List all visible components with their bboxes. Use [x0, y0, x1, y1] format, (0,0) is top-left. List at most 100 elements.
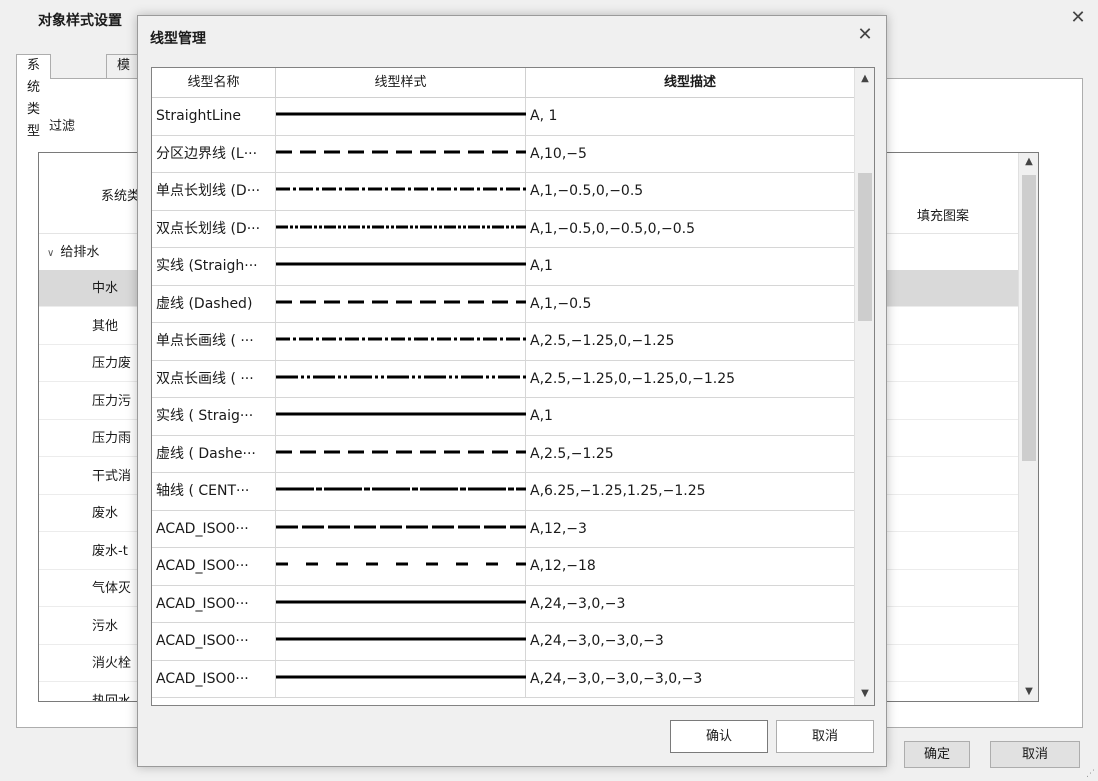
linetype-name-cell: 实线 (Straigh···	[152, 248, 276, 285]
scroll-down-icon[interactable]: ▼	[855, 685, 874, 703]
linetype-name-cell: 轴线 ( CENT···	[152, 473, 276, 510]
linetype-preview	[276, 375, 526, 378]
linetype-style-cell	[276, 173, 526, 210]
table-row[interactable]: 分区边界线 (L··· A,10,−5	[152, 135, 854, 173]
linetype-name-cell: 双点长划线 (D···	[152, 210, 276, 247]
linetype-preview	[276, 225, 526, 228]
dialog-cancel-button[interactable]: 取消	[776, 720, 874, 753]
linetype-desc-cell: A,12,−18	[530, 558, 596, 574]
linetype-name-cell: 分区边界线 (L···	[152, 135, 276, 172]
linetype-preview	[276, 600, 526, 603]
linetype-style-cell	[276, 98, 526, 135]
resize-grip-icon[interactable]: ⋰	[1086, 769, 1096, 779]
linetype-desc-cell: A,1	[530, 408, 553, 424]
linetype-style-cell	[276, 473, 526, 510]
table-row[interactable]: 虚线 ( Dashe··· A,2.5,−1.25	[152, 435, 854, 473]
outer-cancel-button[interactable]: 取消	[990, 741, 1080, 768]
linetype-preview	[276, 637, 526, 641]
linetype-name-cell: ACAD_ISO0···	[152, 585, 276, 622]
table-row[interactable]: ACAD_ISO0··· A,12,−18	[152, 548, 854, 586]
outer-list-scrollbar[interactable]: ▲ ▼	[1018, 153, 1038, 701]
group-row[interactable]: ∨ 给排水	[47, 241, 99, 260]
linetype-manager-dialog: 线型管理 ✕ 线型名称 线型样式 线型描述 StraightLine A, 1 分区…	[137, 15, 887, 767]
column-header-fill-pattern[interactable]: 填充图案	[917, 205, 969, 224]
linetype-desc-cell: A,24,−3,0,−3,0,−3	[530, 633, 664, 649]
linetype-preview	[276, 187, 526, 191]
linetype-desc-cell: A,12,−3	[530, 520, 587, 537]
linetype-name-cell: 虚线 ( Dashe···	[152, 435, 276, 472]
linetype-grid: 线型名称 线型样式 线型描述 StraightLine A, 1 分区边界线 (L·…	[151, 67, 875, 706]
table-row[interactable]: 双点长画线 ( ··· A,2.5,−1.25,0,−1.25,0,−1.25	[152, 360, 854, 398]
linetype-desc-cell: A,2.5,−1.25,0,−1.25,0,−1.25	[530, 370, 736, 387]
outer-window-title: 对象样式设置	[38, 13, 122, 29]
linetype-preview	[276, 150, 526, 153]
linetype-name-cell: ACAD_ISO0···	[152, 510, 276, 547]
linetype-preview	[276, 562, 526, 566]
linetype-preview	[276, 262, 526, 266]
linetype-style-cell	[276, 435, 526, 472]
linetype-desc-cell: A,6.25,−1.25,1.25,−1.25	[530, 483, 706, 499]
table-row[interactable]: StraightLine A, 1	[152, 98, 854, 136]
column-header-linetype-name[interactable]: 线型名称	[152, 68, 276, 98]
linetype-desc-cell: A,1,−0.5	[530, 295, 592, 312]
grid-scrollbar[interactable]: ▲ ▼	[854, 68, 874, 705]
chevron-down-icon[interactable]: ∨	[47, 248, 54, 259]
table-row[interactable]: ACAD_ISO0··· A,24,−3,0,−3,0,−3,0,−3	[152, 660, 854, 698]
tab-model[interactable]: 模型	[106, 54, 142, 95]
linetype-desc-cell: A,1	[530, 258, 553, 274]
scroll-up-icon[interactable]: ▲	[1019, 153, 1038, 171]
linetype-style-cell	[276, 510, 526, 547]
linetype-style-cell	[276, 248, 526, 285]
linetype-style-cell	[276, 360, 526, 397]
linetype-name-cell: 单点长画线 ( ···	[152, 323, 276, 360]
group-label: 给排水	[60, 245, 100, 260]
linetype-desc-cell: A,24,−3,0,−3,0,−3,0,−3	[530, 670, 703, 687]
column-header-linetype-desc[interactable]: 线型描述	[526, 68, 854, 98]
column-header-linetype-style[interactable]: 线型样式	[276, 68, 526, 98]
linetype-name-cell: ACAD_ISO0···	[152, 660, 276, 697]
table-row[interactable]: 轴线 ( CENT··· A,6.25,−1.25,1.25,−1.25	[152, 473, 854, 511]
confirm-button[interactable]: 确认	[670, 720, 768, 753]
scroll-up-icon[interactable]: ▲	[855, 70, 874, 88]
dialog-titlebar: 线型管理 ✕	[138, 16, 886, 56]
linetype-preview	[276, 487, 526, 491]
linetype-preview	[276, 337, 526, 341]
outer-scroll-thumb[interactable]	[1022, 175, 1036, 461]
table-row[interactable]: ACAD_ISO0··· A,24,−3,0,−3	[152, 585, 854, 623]
grid-scroll-thumb[interactable]	[858, 173, 872, 321]
linetype-name-cell: 双点长画线 ( ···	[152, 360, 276, 397]
linetype-desc-cell: A,24,−3,0,−3	[530, 595, 626, 612]
linetype-style-cell	[276, 210, 526, 247]
scroll-down-icon[interactable]: ▼	[1019, 683, 1038, 701]
grid-header: 线型名称 线型样式 线型描述	[152, 68, 854, 98]
tab-system-type[interactable]: 系统类型	[16, 54, 52, 139]
table-row[interactable]: 虚线 (Dashed) A,1,−0.5	[152, 285, 854, 323]
linetype-style-cell	[276, 585, 526, 622]
linetype-name-cell: ACAD_ISO0···	[152, 623, 276, 660]
linetype-style-cell	[276, 323, 526, 360]
linetype-preview	[276, 525, 526, 528]
linetype-preview	[276, 300, 526, 303]
linetype-preview	[276, 450, 526, 453]
linetype-name-cell: 单点长划线 (D···	[152, 173, 276, 210]
linetype-name-cell: 虚线 (Dashed)	[152, 285, 276, 322]
outer-close-icon[interactable]: ✕	[1066, 6, 1090, 30]
table-row[interactable]: 单点长画线 ( ··· A,2.5,−1.25,0,−1.25	[152, 323, 854, 361]
linetype-preview	[276, 112, 526, 116]
table-row[interactable]: ACAD_ISO0··· A,12,−3	[152, 510, 854, 548]
linetype-style-cell	[276, 623, 526, 660]
linetype-style-cell	[276, 548, 526, 585]
dialog-title: 线型管理	[150, 31, 206, 47]
table-row[interactable]: 实线 ( Straig··· A,1	[152, 398, 854, 436]
table-row[interactable]: 单点长划线 (D··· A,1,−0.5,0,−0.5	[152, 173, 854, 211]
linetype-desc-cell: A,1,−0.5,0,−0.5	[530, 183, 644, 199]
linetype-style-cell	[276, 285, 526, 322]
outer-ok-button[interactable]: 确定	[904, 741, 970, 768]
table-row[interactable]: 实线 (Straigh··· A,1	[152, 248, 854, 286]
table-row[interactable]: 双点长划线 (D··· A,1,−0.5,0,−0.5,0,−0.5	[152, 210, 854, 248]
linetype-desc-cell: A,2.5,−1.25	[530, 445, 614, 462]
table-row[interactable]: ACAD_ISO0··· A,24,−3,0,−3,0,−3	[152, 623, 854, 661]
dialog-close-icon[interactable]: ✕	[854, 24, 876, 46]
linetype-desc-cell: A,2.5,−1.25,0,−1.25	[530, 333, 675, 349]
filter-label: 过滤	[49, 119, 76, 134]
